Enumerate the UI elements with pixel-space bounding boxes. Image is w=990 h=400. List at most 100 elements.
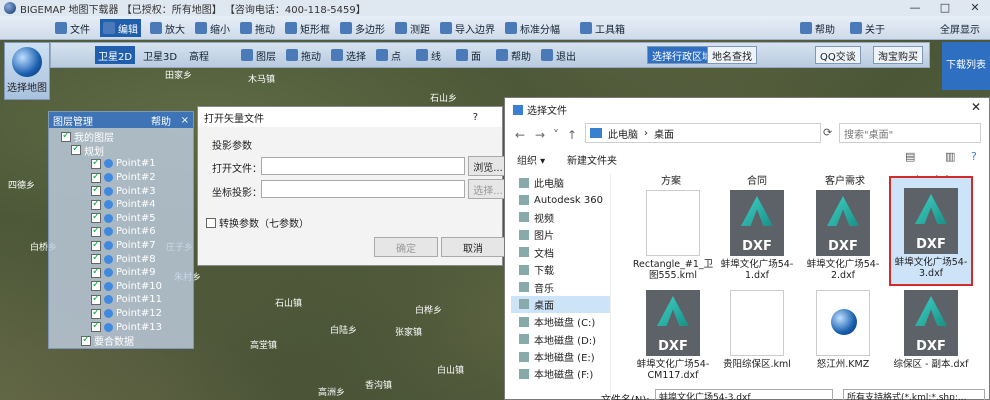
sidebar-item-pictures[interactable]: 图片 — [511, 226, 610, 243]
layer-item[interactable]: Point#3 — [53, 184, 189, 198]
layer-item[interactable]: Point#13 — [53, 320, 189, 334]
file-menu[interactable]: 文件 — [55, 19, 90, 37]
rectangle-tool[interactable]: 矩形框 — [285, 19, 330, 37]
tab-satellite-2d[interactable]: 卫星2D — [95, 46, 136, 64]
taobao-buy-button[interactable]: 淘宝购买 — [873, 46, 923, 64]
sidebar-item-videos[interactable]: 视频 — [511, 209, 610, 226]
download-list-button[interactable]: 下载列表 — [942, 42, 990, 90]
preview-pane-icon[interactable]: ▥ — [945, 150, 955, 163]
search-input[interactable]: 搜索"桌面" — [839, 123, 981, 143]
view-icon[interactable]: ▤ — [905, 150, 915, 163]
sidebar-item-drive-e[interactable]: 本地磁盘 (E:) — [511, 348, 610, 365]
place-search-button[interactable]: 地名查找 — [707, 46, 757, 64]
edit-menu[interactable]: 编辑 — [100, 19, 141, 37]
layer-item[interactable]: Point#2 — [53, 171, 189, 185]
file-item-selected[interactable]: DXF 蚌埠文化广场54-3.dxf — [889, 176, 973, 286]
select-button[interactable]: 选择 — [331, 46, 366, 64]
coord-projection-input[interactable] — [261, 180, 465, 198]
convert-param-checkbox[interactable] — [206, 217, 216, 228]
layer-checkbox[interactable] — [91, 266, 101, 278]
toolbox-menu[interactable]: 工具箱 — [580, 19, 625, 37]
help-button[interactable]: 帮助 — [496, 46, 531, 64]
minimize-button[interactable]: — — [900, 0, 930, 16]
layer-checkbox[interactable] — [91, 157, 101, 169]
tab-satellite-3d[interactable]: 卫星3D — [143, 46, 177, 64]
layer-checkbox[interactable] — [81, 334, 91, 346]
area-button[interactable]: 面 — [456, 46, 481, 64]
layer-item[interactable]: 规划 — [53, 143, 189, 158]
file-item[interactable]: 贵阳综保区.kml — [715, 290, 799, 370]
import-boundary-tool[interactable]: 导入边界 — [440, 19, 495, 37]
refresh-icon[interactable]: ⟳ — [823, 126, 832, 139]
layer-close-icon[interactable]: × — [181, 115, 189, 126]
layer-help-link[interactable]: 帮助 — [151, 113, 171, 128]
open-file-input[interactable] — [261, 157, 465, 175]
layer-checkbox[interactable] — [91, 184, 101, 197]
about-menu[interactable]: 关于 — [850, 19, 885, 37]
layer-checkbox[interactable] — [91, 225, 101, 237]
layer-checkbox[interactable] — [91, 239, 101, 251]
layer-item[interactable]: Point#5 — [53, 211, 189, 226]
measure-tool[interactable]: 测距 — [395, 19, 430, 37]
sidebar-item-drive-d[interactable]: 本地磁盘 (D:) — [511, 331, 610, 348]
sidebar-item-this-pc[interactable]: 此电脑 — [511, 174, 610, 191]
folder-item[interactable]: 方案 — [661, 172, 681, 187]
drag-button[interactable]: 拖动 — [286, 46, 321, 64]
line-button[interactable]: 线 — [416, 46, 441, 64]
layer-item[interactable]: 我的图层 — [53, 130, 189, 144]
layer-item[interactable]: Point#7 — [53, 239, 189, 253]
standard-sheet-tool[interactable]: 标准分幅 — [505, 19, 560, 37]
close-button[interactable]: ✕ — [960, 0, 990, 16]
layer-checkbox[interactable] — [91, 198, 101, 210]
breadcrumb[interactable]: 此电脑 › 桌面 — [585, 123, 821, 143]
layer-item[interactable]: Point#10 — [53, 279, 189, 294]
layer-item[interactable]: Point#12 — [53, 307, 189, 321]
forward-icon[interactable]: → — [535, 128, 545, 142]
layer-checkbox[interactable] — [91, 320, 101, 333]
select-map-button[interactable]: 选择地图 — [4, 42, 50, 100]
select-projection-button[interactable]: 选择... — [468, 179, 508, 199]
layer-item[interactable]: 要合数据 — [53, 334, 189, 348]
sidebar-item-documents[interactable]: 文档 — [511, 244, 610, 261]
fullscreen-button[interactable]: 全屏显示 — [940, 19, 980, 37]
layers-button[interactable]: 图层 — [241, 46, 276, 64]
sidebar-item-desktop[interactable]: 桌面 — [511, 295, 610, 314]
breadcrumb-item[interactable]: 桌面 — [654, 126, 674, 141]
browse-button[interactable]: 浏览... — [468, 156, 508, 176]
layer-item[interactable]: Point#1 — [53, 157, 189, 171]
help-menu[interactable]: 帮助 — [800, 19, 835, 37]
layer-checkbox[interactable] — [71, 143, 81, 156]
layer-checkbox[interactable] — [91, 171, 101, 183]
layer-item[interactable]: Point#9 — [53, 266, 189, 280]
file-item[interactable]: DXF 蚌埠文化广场54-1.dxf — [715, 190, 799, 281]
file-type-select[interactable]: 所有支持格式(*.kml;*.shp;... — [843, 389, 985, 400]
tab-elevation[interactable]: 高程 — [189, 46, 209, 64]
file-item[interactable]: DXF 蚌埠文化广场54-CM117.dxf — [631, 290, 715, 381]
layer-checkbox[interactable] — [91, 252, 101, 265]
ok-button[interactable]: 确定 — [374, 237, 438, 257]
file-item[interactable]: Rectangle_#1_卫图555.kml — [631, 190, 715, 281]
folder-item[interactable]: 客户需求 — [825, 172, 865, 187]
sidebar-item-drive-c[interactable]: 本地磁盘 (C:) — [511, 313, 610, 330]
sidebar-item-downloads[interactable]: 下载 — [511, 261, 610, 278]
sidebar-item-drive-f[interactable]: 本地磁盘 (F:) — [511, 365, 610, 382]
layer-checkbox[interactable] — [91, 293, 101, 305]
exit-button[interactable]: 退出 — [541, 46, 576, 64]
qq-chat-button[interactable]: QQ交谈 — [815, 46, 861, 64]
file-item[interactable]: DXF 蚌埠文化广场54-2.dxf — [801, 190, 885, 281]
new-folder-button[interactable]: 新建文件夹 — [567, 152, 617, 167]
layer-checkbox[interactable] — [91, 307, 101, 319]
convert-param-option[interactable]: 转换参数（七参数） — [206, 215, 309, 230]
close-icon[interactable]: ✕ — [971, 100, 981, 114]
file-item[interactable]: DXF 综保区 - 副本.dxf — [889, 290, 973, 370]
up-icon[interactable]: ↑ — [567, 128, 577, 142]
zoom-out-tool[interactable]: 缩小 — [195, 19, 230, 37]
layer-checkbox[interactable] — [61, 130, 71, 142]
zoom-in-tool[interactable]: 放大 — [150, 19, 185, 37]
point-button[interactable]: 点 — [376, 46, 401, 64]
organize-menu[interactable]: 组织 ▾ — [517, 152, 545, 167]
layer-checkbox[interactable] — [91, 279, 101, 292]
chevron-down-icon[interactable]: ˅ — [553, 128, 559, 142]
vector-help-button[interactable]: ? — [473, 112, 478, 123]
back-icon[interactable]: ← — [515, 128, 525, 142]
